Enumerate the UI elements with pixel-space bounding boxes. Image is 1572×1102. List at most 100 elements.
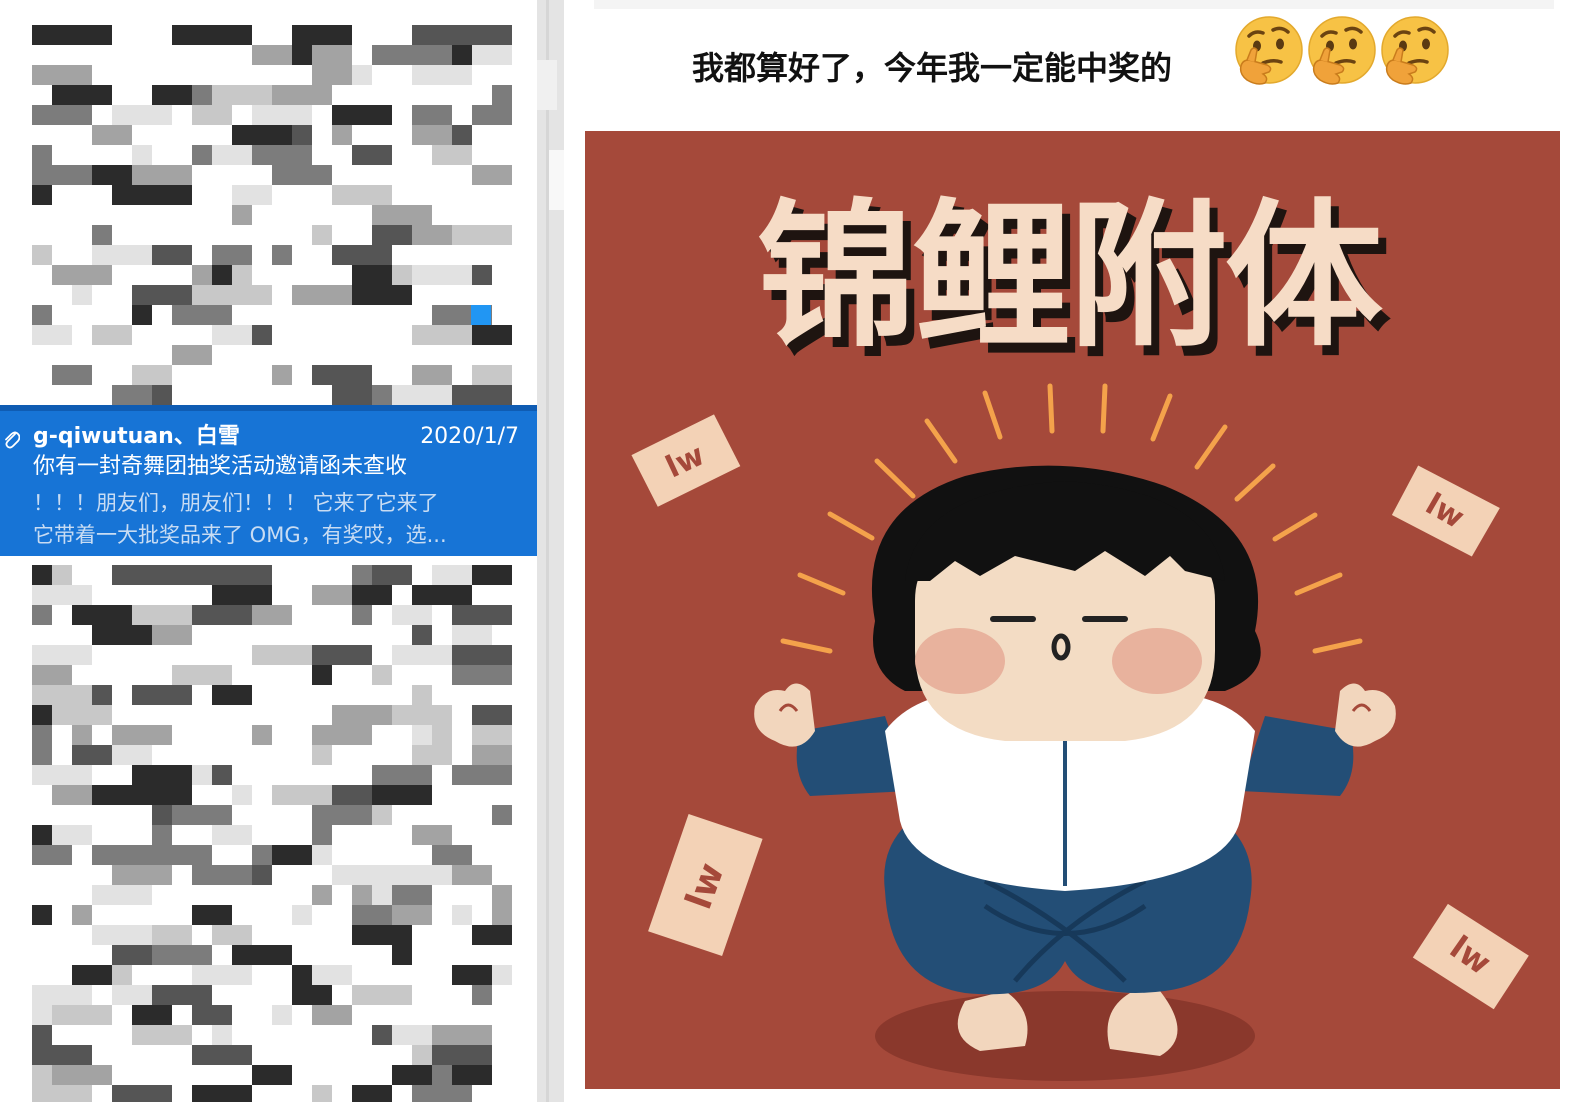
pixel-block <box>452 225 512 245</box>
pixel-block <box>432 1025 492 1045</box>
pixel-block <box>392 705 452 725</box>
pixel-block <box>472 745 512 765</box>
pixel-block <box>212 765 232 785</box>
pixel-block <box>52 85 112 105</box>
pixel-block <box>392 45 452 65</box>
pixel-block <box>252 145 312 165</box>
pixel-block <box>112 865 172 885</box>
blurred-mail-row <box>0 605 537 625</box>
pixel-block <box>292 125 312 145</box>
pixel-block <box>212 1025 232 1045</box>
selection-edge <box>0 405 537 411</box>
pixel-block <box>192 145 212 165</box>
pixel-block <box>492 965 512 985</box>
pixel-block <box>152 805 172 825</box>
pixel-block <box>452 625 492 645</box>
pixel-block <box>352 605 372 625</box>
pixel-block <box>112 725 172 745</box>
blurred-mail-row <box>0 265 537 285</box>
pixel-block <box>32 185 52 205</box>
pixel-block <box>352 985 412 1005</box>
pixel-block <box>392 885 432 905</box>
pixel-block <box>92 625 152 645</box>
pixel-block <box>472 325 512 345</box>
pixel-block <box>232 25 252 45</box>
pixel-block <box>152 385 172 405</box>
pixel-block <box>312 885 332 905</box>
blurred-mail-row <box>0 45 537 65</box>
pixel-block <box>392 385 452 405</box>
pixel-block <box>472 725 512 745</box>
blurred-mail-row <box>0 325 537 345</box>
pixel-block <box>452 25 512 45</box>
pixel-block <box>292 285 352 305</box>
mail-subject: 你有一封奇舞团抽奖活动邀请函未查收 <box>33 454 408 479</box>
pixel-block <box>132 785 192 805</box>
pixel-block <box>192 1005 232 1025</box>
pixel-block <box>471 305 491 325</box>
pixel-block <box>212 145 252 165</box>
blurred-mail-row <box>0 305 537 325</box>
blurred-mail-row <box>0 785 537 805</box>
blurred-mail-row <box>0 765 537 785</box>
pixel-block <box>112 945 152 965</box>
pixel-block <box>452 865 492 885</box>
pixel-block <box>192 285 252 305</box>
pixel-block <box>332 125 352 145</box>
pixel-block <box>152 245 192 265</box>
pixel-block <box>292 965 312 985</box>
pixel-block <box>192 105 232 125</box>
blurred-mail-row <box>0 925 537 945</box>
pixel-block <box>212 825 252 845</box>
pixel-block <box>152 985 212 1005</box>
pixel-block <box>372 385 392 405</box>
blurred-mail-row <box>0 385 537 405</box>
pixel-block <box>212 585 272 605</box>
pixel-block <box>272 365 292 385</box>
pixel-block <box>392 605 432 625</box>
pixel-block <box>92 845 152 865</box>
pixel-block <box>92 125 132 145</box>
pixel-block <box>472 925 512 945</box>
pixel-block <box>32 25 72 45</box>
pixel-block <box>112 1085 172 1102</box>
pixel-block <box>132 605 192 625</box>
pixel-block <box>112 745 152 765</box>
pixel-block <box>132 365 172 385</box>
pixel-block <box>172 665 232 685</box>
pixel-block <box>412 685 432 705</box>
pixel-block <box>312 225 332 245</box>
pixel-block <box>172 85 192 105</box>
pixel-block <box>312 585 352 605</box>
pixel-block <box>312 365 372 385</box>
pixel-block <box>412 25 452 45</box>
pixel-block <box>452 605 512 625</box>
mail-list[interactable]: g-qiwutuan、白雪 2020/1/7 你有一封奇舞团抽奖活动邀请函未查收… <box>0 0 537 1102</box>
pixel-block <box>52 565 72 585</box>
pixel-block <box>472 565 512 585</box>
pixel-block <box>252 45 292 65</box>
pixel-block <box>32 745 52 765</box>
pixel-block <box>452 45 472 65</box>
pixel-block <box>292 985 332 1005</box>
pixel-block <box>372 805 392 825</box>
pixel-block <box>132 1025 192 1045</box>
pixel-block <box>132 305 152 325</box>
blurred-mail-row <box>0 905 537 925</box>
pane-splitter[interactable] <box>537 0 564 1102</box>
pixel-block <box>232 785 252 805</box>
pixel-block <box>412 625 432 645</box>
pixel-block <box>272 1005 292 1025</box>
pixel-block <box>252 645 312 665</box>
pixel-block <box>152 85 172 105</box>
blurred-mail-row <box>0 945 537 965</box>
message-text: 我都算好了，今年我一定能中奖的 <box>692 49 1173 87</box>
pixel-block <box>32 905 52 925</box>
pixel-block <box>132 765 192 785</box>
blurred-mail-row <box>0 345 537 365</box>
thinking-face-icon <box>1235 16 1303 85</box>
pixel-block <box>472 45 512 65</box>
poster-title: 锦鲤附体 <box>757 185 1383 369</box>
mail-item-selected[interactable]: g-qiwutuan、白雪 2020/1/7 你有一封奇舞团抽奖活动邀请函未查收… <box>0 405 537 556</box>
pixel-block <box>352 65 372 85</box>
